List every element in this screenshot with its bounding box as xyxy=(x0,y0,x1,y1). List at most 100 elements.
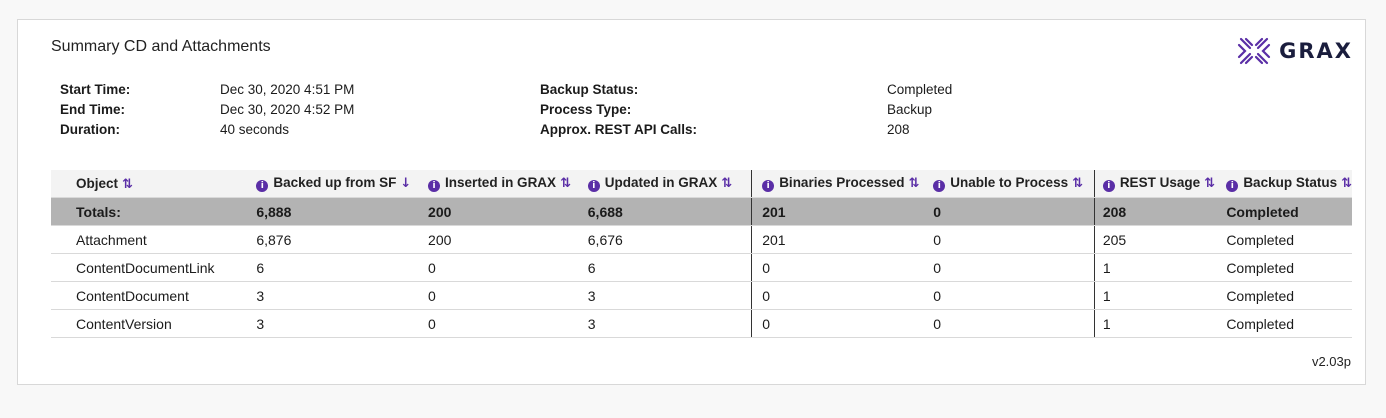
column-header[interactable]: i Updated in GRAX ⇅ xyxy=(587,170,752,198)
table-cell: ContentDocument xyxy=(51,281,257,310)
sort-desc-icon[interactable]: ↓ xyxy=(400,176,411,191)
table-cell: 0 xyxy=(428,253,588,282)
detail-label: Backup Status: xyxy=(540,82,639,97)
table-cell: 0 xyxy=(933,253,1095,282)
column-header-label: Backup Status xyxy=(1243,175,1338,190)
grax-logo-icon xyxy=(1238,37,1271,65)
column-header-label: Unable to Process xyxy=(950,175,1069,190)
grax-logo: GRAX xyxy=(1237,36,1353,66)
table-cell: 3 xyxy=(256,309,429,338)
column-header[interactable]: i REST Usage ⇅ xyxy=(1093,170,1227,198)
table-cell: Totals: xyxy=(51,197,257,226)
info-icon[interactable]: i xyxy=(256,180,269,192)
table-cell: 0 xyxy=(751,281,934,310)
detail-label: Approx. REST API Calls: xyxy=(540,122,698,137)
info-icon[interactable]: i xyxy=(1226,180,1239,192)
table-cell: Completed xyxy=(1226,281,1352,310)
details-right: Backup Status: Completed Process Type: B… xyxy=(540,80,952,140)
column-header[interactable]: i Backup Status ⇅ xyxy=(1226,170,1352,198)
info-icon[interactable]: i xyxy=(587,180,600,192)
table-cell: 0 xyxy=(933,225,1095,254)
table-cell: 6 xyxy=(256,253,429,282)
detail-label: Process Type: xyxy=(540,102,632,117)
column-header-label: REST Usage xyxy=(1119,175,1201,190)
table-cell: Completed xyxy=(1226,309,1352,338)
sort-icon[interactable]: ⇅ xyxy=(909,176,920,191)
table-cell: 200 xyxy=(428,225,588,254)
sort-icon[interactable]: ⇅ xyxy=(1204,176,1215,191)
detail-duration: Duration: 40 seconds xyxy=(60,120,354,140)
table-header-row: Object ⇅ i Backed up from SF ↓ i Inserted in G… xyxy=(51,170,1352,198)
table-cell: 6,688 xyxy=(587,197,752,226)
detail-process-type: Process Type: Backup xyxy=(540,100,952,120)
version-label: v2.03p xyxy=(1311,354,1351,369)
table-cell: 208 xyxy=(1093,197,1227,226)
table-cell: 6,888 xyxy=(256,197,429,226)
detail-value: 40 seconds xyxy=(220,122,290,137)
table-row: Attachment 6,876 200 6,676 201 0 205 Completed xyxy=(51,225,1352,254)
info-icon[interactable]: i xyxy=(1102,180,1115,192)
table-cell: 1 xyxy=(1093,253,1227,282)
report-card: Summary CD and Attachments GRAX Start Ti… xyxy=(17,19,1366,385)
table-cell: 0 xyxy=(933,281,1095,310)
column-header[interactable]: i Inserted in GRAX ⇅ xyxy=(428,170,588,198)
table-cell: 3 xyxy=(256,281,429,310)
table-cell: 3 xyxy=(587,281,752,310)
table-body: Totals: 6,888 200 6,688 201 0 208 Completed Atta… xyxy=(51,197,1352,338)
column-header[interactable]: i Unable to Process ⇅ xyxy=(933,170,1095,198)
table-cell: 1 xyxy=(1093,309,1227,338)
column-header-label: Backed up from SF xyxy=(273,175,397,190)
column-header[interactable]: Object ⇅ xyxy=(51,170,257,198)
detail-start-time: Start Time: Dec 30, 2020 4:51 PM xyxy=(60,80,354,100)
details-left: Start Time: Dec 30, 2020 4:51 PM End Tim… xyxy=(60,80,354,140)
table-cell: 201 xyxy=(751,197,934,226)
table-cell: 0 xyxy=(751,253,934,282)
table-cell: 6,876 xyxy=(256,225,429,254)
sort-icon[interactable]: ⇅ xyxy=(122,177,133,192)
table-cell: 6,676 xyxy=(587,225,752,254)
detail-end-time: End Time: Dec 30, 2020 4:52 PM xyxy=(60,100,354,120)
detail-label: Duration: xyxy=(60,122,120,137)
detail-value: 208 xyxy=(887,122,910,137)
column-header[interactable]: i Binaries Processed ⇅ xyxy=(751,170,934,198)
table-cell: 205 xyxy=(1093,225,1227,254)
detail-value: Backup xyxy=(887,102,933,117)
table-cell: ContentDocumentLink xyxy=(51,253,257,282)
table-row: ContentVersion 3 0 3 0 0 1 Completed xyxy=(51,309,1352,338)
detail-backup-status: Backup Status: Completed xyxy=(540,80,952,100)
sort-icon[interactable]: ⇅ xyxy=(560,176,571,191)
sort-icon[interactable]: ⇅ xyxy=(1341,176,1352,191)
detail-label: End Time: xyxy=(60,102,126,117)
detail-value: Dec 30, 2020 4:51 PM xyxy=(220,82,355,97)
detail-rest-api-calls: Approx. REST API Calls: 208 xyxy=(540,120,952,140)
column-header[interactable]: i Backed up from SF ↓ xyxy=(256,170,429,198)
table-cell: Completed xyxy=(1226,253,1352,282)
totals-row: Totals: 6,888 200 6,688 201 0 208 Completed xyxy=(51,197,1352,226)
table-cell: 0 xyxy=(751,309,934,338)
table-cell: ContentVersion xyxy=(51,309,257,338)
logo-text: GRAX xyxy=(1279,39,1353,63)
table-cell: 0 xyxy=(933,197,1095,226)
table-cell: 0 xyxy=(933,309,1095,338)
column-header-label: Updated in GRAX xyxy=(604,175,718,190)
table-cell: 0 xyxy=(428,309,588,338)
summary-table: Object ⇅ i Backed up from SF ↓ i Inserted in G… xyxy=(51,170,1352,338)
detail-value: Completed xyxy=(887,82,953,97)
column-header-label: Binaries Processed xyxy=(779,175,905,190)
sort-icon[interactable]: ⇅ xyxy=(1072,176,1083,191)
table-cell: 200 xyxy=(428,197,588,226)
info-icon[interactable]: i xyxy=(762,180,775,192)
table-cell: 1 xyxy=(1093,281,1227,310)
sort-icon[interactable]: ⇅ xyxy=(721,176,732,191)
table-row: ContentDocument 3 0 3 0 0 1 Completed xyxy=(51,281,1352,310)
detail-value: Dec 30, 2020 4:52 PM xyxy=(220,102,355,117)
table-row: ContentDocumentLink 6 0 6 0 0 1 Completed xyxy=(51,253,1352,282)
report-title: Summary CD and Attachments xyxy=(51,38,271,55)
table-cell: Attachment xyxy=(51,225,257,254)
table-cell: 3 xyxy=(587,309,752,338)
column-header-label: Object xyxy=(76,175,119,191)
info-icon[interactable]: i xyxy=(428,180,441,192)
info-icon[interactable]: i xyxy=(933,180,946,192)
table-cell: Completed xyxy=(1226,197,1352,226)
column-header-label: Inserted in GRAX xyxy=(445,175,557,190)
